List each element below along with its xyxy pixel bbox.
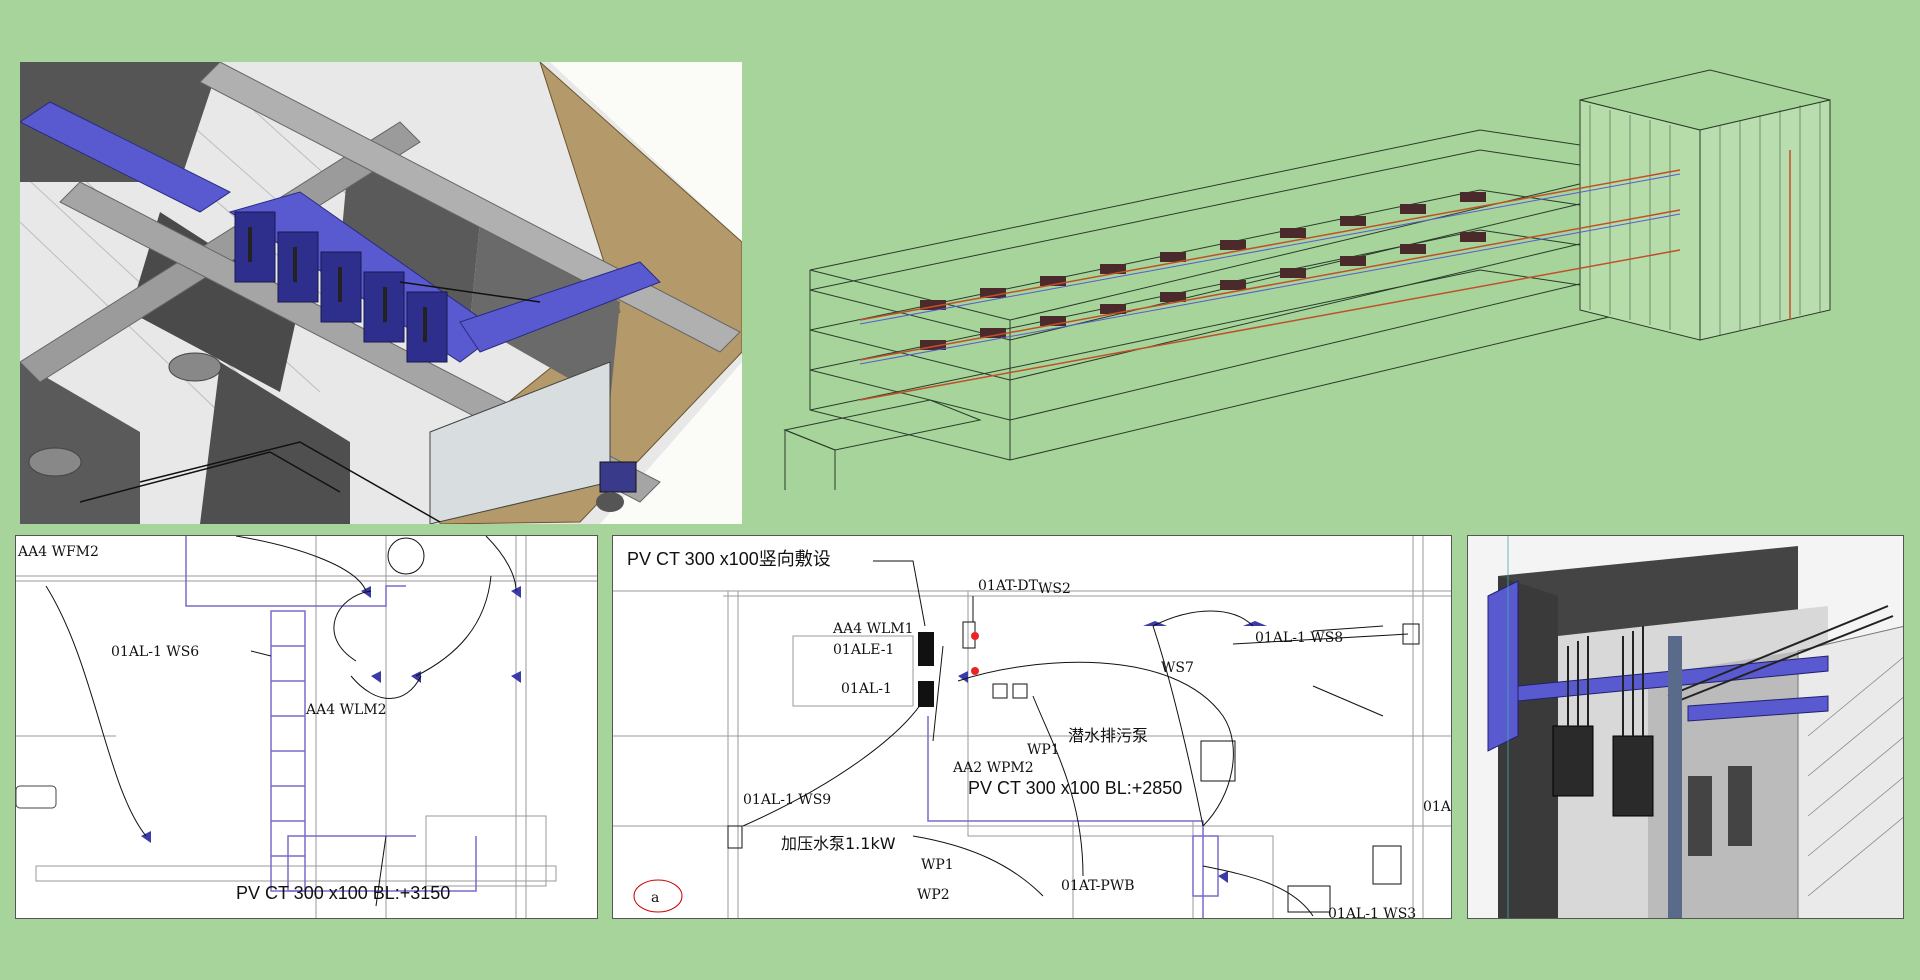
building-3d-wireframe bbox=[780, 60, 1850, 490]
mep-3d-detail bbox=[1467, 535, 1904, 919]
label-ws8: 01AL-1 WS8 bbox=[1255, 630, 1343, 646]
label-circle-a: a bbox=[651, 890, 659, 906]
label-wpm2: AA2 WPM2 bbox=[952, 760, 1034, 776]
label-wp2: WP2 bbox=[917, 887, 950, 903]
label-ws3: 01AL-1 WS3 bbox=[1328, 906, 1416, 919]
label-ws7: WS7 bbox=[1161, 660, 1194, 676]
label-wlm2: AA4 WLM2 bbox=[305, 702, 387, 718]
electrical-plan-1: AA4 WFM2 01AL-1 WS6 AA4 WLM2 PV CT 300 x… bbox=[15, 535, 598, 919]
label-vertical: PV CT 300 x100竖向敷设 bbox=[627, 549, 831, 569]
label-booster: 加压水泵1.1kW bbox=[781, 834, 896, 853]
isometric-mep-view bbox=[20, 62, 742, 524]
label-ws2: WS2 bbox=[1038, 581, 1071, 597]
label-tray-plan2: PV CT 300 x100 BL:+2850 bbox=[968, 778, 1182, 798]
label-tray-plan1: PV CT 300 x100 BL:+3150 bbox=[236, 883, 450, 903]
label-ale1: 01ALE-1 bbox=[833, 642, 894, 658]
label-wpm2: AA4 WFM2 bbox=[17, 544, 99, 560]
label-ws9: 01AL-1 WS9 bbox=[743, 792, 831, 808]
label-wlm1: AA4 WLM1 bbox=[832, 621, 914, 637]
electrical-plan-2: PV CT 300 x100竖向敷设 01AT-DT WS2 AA4 WLM1 … bbox=[612, 535, 1452, 919]
label-pump: 潜水排污泵 bbox=[1068, 726, 1148, 745]
label-wp1a: WP1 bbox=[1027, 742, 1060, 758]
label-wp1b: WP1 bbox=[921, 857, 954, 873]
label-al1: 01AL-1 bbox=[841, 681, 892, 697]
label-ws6: 01AL-1 WS6 bbox=[111, 644, 199, 660]
label-01a: 01A bbox=[1423, 799, 1452, 815]
label-pwb: 01AT-PWB bbox=[1061, 878, 1135, 894]
label-dt: 01AT-DT bbox=[978, 578, 1039, 594]
